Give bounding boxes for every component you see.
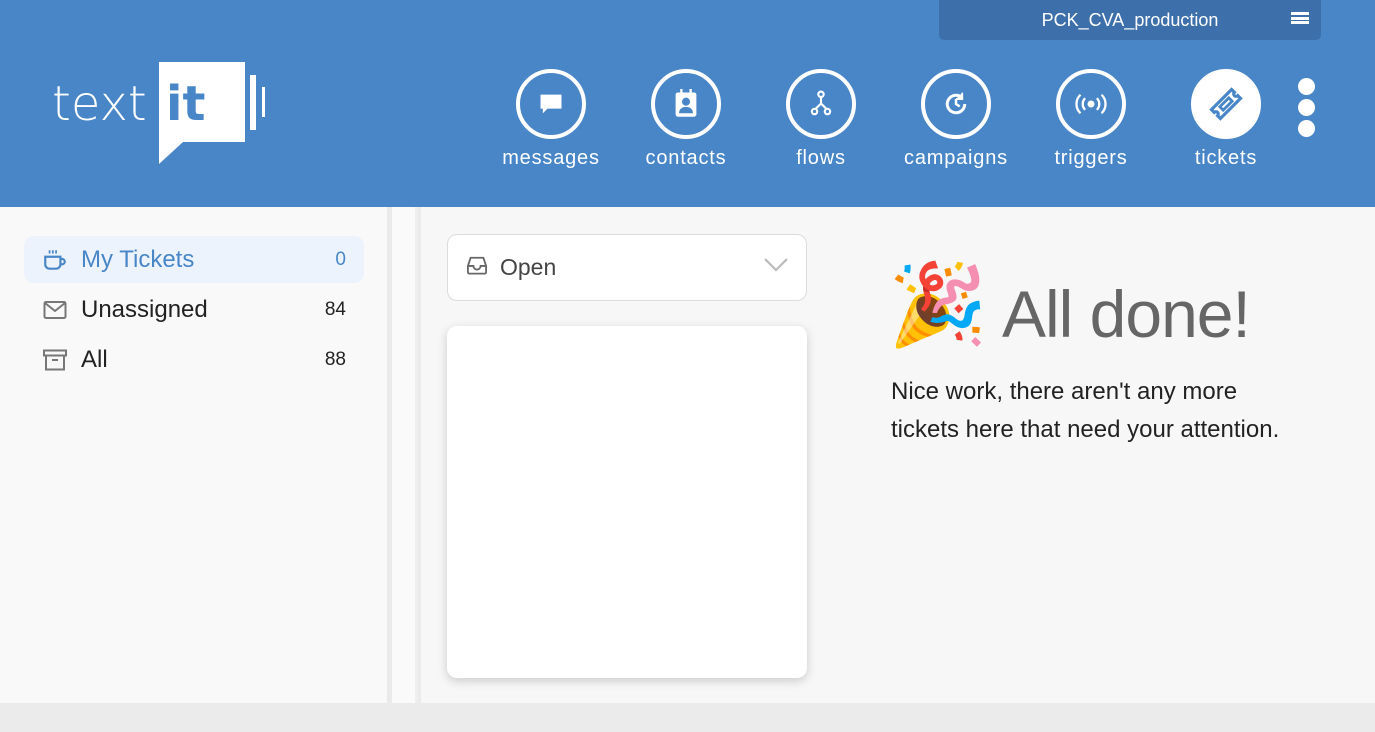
- nav-triggers[interactable]: triggers: [1026, 69, 1156, 170]
- org-name: PCK_CVA_production: [1041, 9, 1219, 30]
- sidebar-item-all[interactable]: All 88: [24, 336, 364, 383]
- sidebar-item-count: 0: [335, 248, 346, 270]
- footer: [0, 703, 1375, 732]
- archive-box-icon: [42, 347, 68, 373]
- panel-divider: [392, 207, 418, 703]
- sidebar-item-label: My Tickets: [81, 245, 195, 273]
- hamburger-icon[interactable]: [1291, 12, 1309, 26]
- clock-refresh-icon: [921, 69, 991, 139]
- nav-messages-label: messages: [502, 147, 600, 169]
- flow-branch-icon: [786, 69, 856, 139]
- org-selector[interactable]: PCK_CVA_production: [939, 0, 1321, 40]
- mug-icon: [42, 247, 68, 273]
- nav-campaigns[interactable]: campaigns: [891, 69, 1021, 170]
- empty-state-message: Nice work, there aren't any more tickets…: [891, 378, 1280, 443]
- vertical-dots-icon[interactable]: [1298, 78, 1318, 141]
- sidebar-item-my-tickets[interactable]: My Tickets 0: [24, 236, 364, 283]
- status-filter-value: Open: [500, 254, 557, 280]
- sidebar-item-label: All: [81, 345, 108, 373]
- nav-contacts[interactable]: contacts: [621, 69, 751, 170]
- empty-state-title: All done!: [1002, 277, 1251, 351]
- sidebar-item-count: 88: [324, 348, 346, 370]
- chevron-down-icon: [764, 258, 788, 277]
- broadcast-icon: [1056, 69, 1126, 139]
- svg-text:text: text: [52, 76, 147, 132]
- party-popper-icon: 🎉: [888, 260, 988, 349]
- nav-flows-label: flows: [796, 147, 846, 169]
- ticket-icon: [1191, 69, 1261, 139]
- status-filter-select[interactable]: Open: [447, 234, 807, 301]
- textit-logo[interactable]: text it: [52, 60, 272, 166]
- nav-flows[interactable]: flows: [756, 69, 886, 170]
- contact-card-icon: [651, 69, 721, 139]
- envelope-icon: [42, 297, 68, 323]
- nav-triggers-label: triggers: [1054, 147, 1128, 169]
- sidebar-item-unassigned[interactable]: Unassigned 84: [24, 286, 364, 333]
- nav-contacts-label: contacts: [645, 147, 727, 169]
- nav-campaigns-label: campaigns: [904, 147, 1008, 169]
- header: text it PCK_CVA_production messages cont…: [0, 0, 1375, 207]
- sidebar-item-count: 84: [324, 298, 346, 320]
- svg-text:it: it: [166, 76, 205, 132]
- chat-bubble-icon: [516, 69, 586, 139]
- nav-messages[interactable]: messages: [486, 69, 616, 170]
- nav-tickets-label: tickets: [1194, 147, 1258, 169]
- sidebar-item-label: Unassigned: [81, 295, 208, 323]
- ticket-list: [447, 326, 807, 678]
- inbox-icon: [466, 255, 488, 280]
- nav-tickets[interactable]: tickets: [1161, 69, 1291, 170]
- ticket-folders-sidebar: My Tickets 0 Unassigned 84 All 88: [0, 207, 390, 703]
